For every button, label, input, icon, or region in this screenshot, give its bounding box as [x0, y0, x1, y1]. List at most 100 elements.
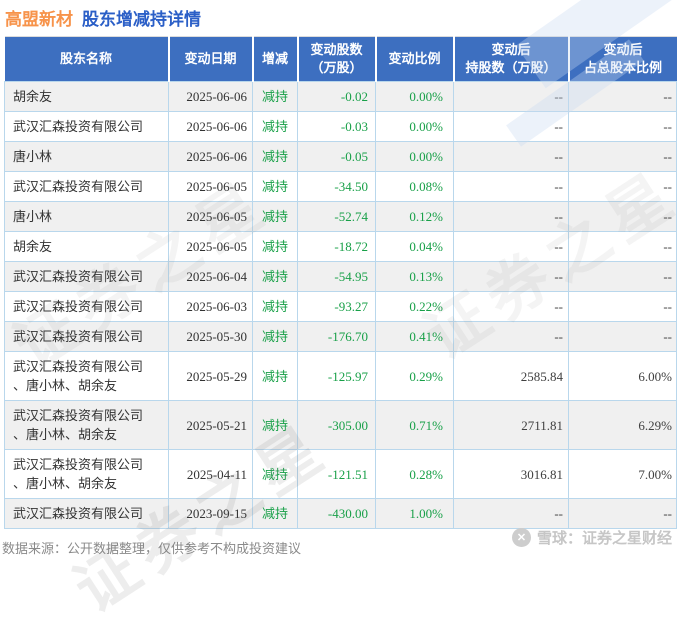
cell-ratio-change: 0.29%: [375, 351, 454, 401]
cell-ratio-after: --: [568, 321, 677, 352]
cell-ratio-change: 0.22%: [375, 291, 454, 322]
cell-ratio-after: --: [568, 141, 677, 172]
brand-watermark: ✕ 雪球：证券之星财经: [511, 527, 672, 548]
table-row: 武汉汇森投资有限公司 2025-06-04 减持 -54.95 0.13% -- --: [4, 261, 677, 292]
cell-name: 武汉汇森投资有限公司、唐小林、胡余友: [4, 351, 169, 401]
cell-date: 2025-05-29: [168, 351, 253, 401]
cell-action: 减持: [252, 351, 298, 401]
cell-shares-after: --: [453, 498, 569, 529]
cell-shares-change: -54.95: [297, 261, 376, 292]
cell-name: 武汉汇森投资有限公司、唐小林、胡余友: [4, 400, 169, 450]
cell-ratio-after: 6.00%: [568, 351, 677, 401]
table-header-row: 股东名称 变动日期 增减 变动股数 （万股） 变动比例 变动后 持股数（万股） 变动后 占总股本比…: [4, 36, 677, 82]
cell-name: 武汉汇森投资有限公司: [4, 291, 169, 322]
cell-action: 减持: [252, 231, 298, 262]
cell-shares-change: -305.00: [297, 400, 376, 450]
cell-date: 2023-09-15: [168, 498, 253, 529]
cell-shares-after: --: [453, 291, 569, 322]
cell-shares-change: -34.50: [297, 171, 376, 202]
cell-shares-change: -125.97: [297, 351, 376, 401]
table-row: 武汉汇森投资有限公司、唐小林、胡余友 2025-04-11 减持 -121.51 0.2…: [4, 449, 677, 499]
cell-shares-after: --: [453, 231, 569, 262]
cell-ratio-change: 0.00%: [375, 81, 454, 112]
table-row: 武汉汇森投资有限公司 2023-09-15 减持 -430.00 1.00% -- --: [4, 498, 677, 529]
table-body: 胡余友 2025-06-06 减持 -0.02 0.00% -- -- 武汉汇森投资有限公司 2…: [4, 81, 677, 529]
cell-shares-after: --: [453, 81, 569, 112]
cell-shares-change: -121.51: [297, 449, 376, 499]
cell-ratio-change: 0.13%: [375, 261, 454, 292]
cell-shares-after: --: [453, 201, 569, 232]
cell-name: 胡余友: [4, 81, 169, 112]
cell-ratio-change: 0.00%: [375, 141, 454, 172]
table-row: 胡余友 2025-06-06 减持 -0.02 0.00% -- --: [4, 81, 677, 112]
cell-shares-change: -0.03: [297, 111, 376, 142]
cell-ratio-change: 0.12%: [375, 201, 454, 232]
cell-date: 2025-06-05: [168, 171, 253, 202]
cell-action: 减持: [252, 261, 298, 292]
xueqiu-logo-icon: ✕: [511, 528, 531, 547]
table-row: 武汉汇森投资有限公司、唐小林、胡余友 2025-05-29 减持 -125.97 0.2…: [4, 351, 677, 401]
cell-shares-after: --: [453, 171, 569, 202]
column-header-ratio-after: 变动后 占总股本比例: [568, 36, 677, 82]
cell-name: 唐小林: [4, 201, 169, 232]
cell-action: 减持: [252, 498, 298, 529]
cell-name: 武汉汇森投资有限公司: [4, 261, 169, 292]
cell-shares-change: -430.00: [297, 498, 376, 529]
stock-name: 高盟新材: [5, 10, 73, 29]
cell-ratio-after: --: [568, 201, 677, 232]
cell-date: 2025-05-21: [168, 400, 253, 450]
cell-action: 减持: [252, 141, 298, 172]
cell-name: 武汉汇森投资有限公司: [4, 321, 169, 352]
cell-action: 减持: [252, 201, 298, 232]
cell-shares-change: -0.02: [297, 81, 376, 112]
cell-shares-change: -0.05: [297, 141, 376, 172]
cell-date: 2025-06-06: [168, 111, 253, 142]
cell-ratio-change: 0.71%: [375, 400, 454, 450]
cell-ratio-after: --: [568, 171, 677, 202]
cell-ratio-after: --: [568, 498, 677, 529]
cell-shares-after: 2585.84: [453, 351, 569, 401]
cell-name: 胡余友: [4, 231, 169, 262]
cell-action: 减持: [252, 291, 298, 322]
page-subtitle: 股东增减持详情: [82, 10, 201, 29]
cell-ratio-after: --: [568, 291, 677, 322]
cell-action: 减持: [252, 81, 298, 112]
cell-name: 武汉汇森投资有限公司: [4, 111, 169, 142]
table-row: 武汉汇森投资有限公司 2025-05-30 减持 -176.70 0.41% -- --: [4, 321, 677, 352]
cell-ratio-change: 0.41%: [375, 321, 454, 352]
cell-ratio-after: --: [568, 261, 677, 292]
cell-date: 2025-06-05: [168, 201, 253, 232]
cell-ratio-change: 0.28%: [375, 449, 454, 499]
cell-name: 武汉汇森投资有限公司: [4, 171, 169, 202]
cell-action: 减持: [252, 321, 298, 352]
column-header-shares-after: 变动后 持股数（万股）: [453, 36, 570, 82]
cell-ratio-after: --: [568, 111, 677, 142]
cell-shares-after: --: [453, 261, 569, 292]
table-row: 武汉汇森投资有限公司、唐小林、胡余友 2025-05-21 减持 -305.00 0.7…: [4, 400, 677, 450]
cell-shares-after: 3016.81: [453, 449, 569, 499]
cell-name: 武汉汇森投资有限公司: [4, 498, 169, 529]
cell-ratio-change: 0.08%: [375, 171, 454, 202]
cell-action: 减持: [252, 400, 298, 450]
shareholder-change-page: { "title": { "stock": "高盟新材", "subtitle"…: [0, 0, 680, 626]
cell-shares-change: -176.70: [297, 321, 376, 352]
cell-ratio-change: 0.00%: [375, 111, 454, 142]
cell-action: 减持: [252, 171, 298, 202]
cell-date: 2025-05-30: [168, 321, 253, 352]
cell-ratio-after: 6.29%: [568, 400, 677, 450]
data-source-note: 数据来源：公开数据整理，仅供参考不构成投资建议: [2, 541, 302, 556]
brand-text: 雪球：证券之星财经: [536, 530, 672, 547]
cell-action: 减持: [252, 449, 298, 499]
cell-date: 2025-06-04: [168, 261, 253, 292]
cell-ratio-after: --: [568, 231, 677, 262]
cell-action: 减持: [252, 111, 298, 142]
cell-date: 2025-06-03: [168, 291, 253, 322]
cell-ratio-after: 7.00%: [568, 449, 677, 499]
cell-shares-change: -52.74: [297, 201, 376, 232]
cell-name: 唐小林: [4, 141, 169, 172]
column-header-change-date: 变动日期: [168, 36, 254, 82]
cell-ratio-change: 1.00%: [375, 498, 454, 529]
cell-date: 2025-06-06: [168, 141, 253, 172]
cell-shares-change: -18.72: [297, 231, 376, 262]
table-row: 唐小林 2025-06-06 减持 -0.05 0.00% -- --: [4, 141, 677, 172]
